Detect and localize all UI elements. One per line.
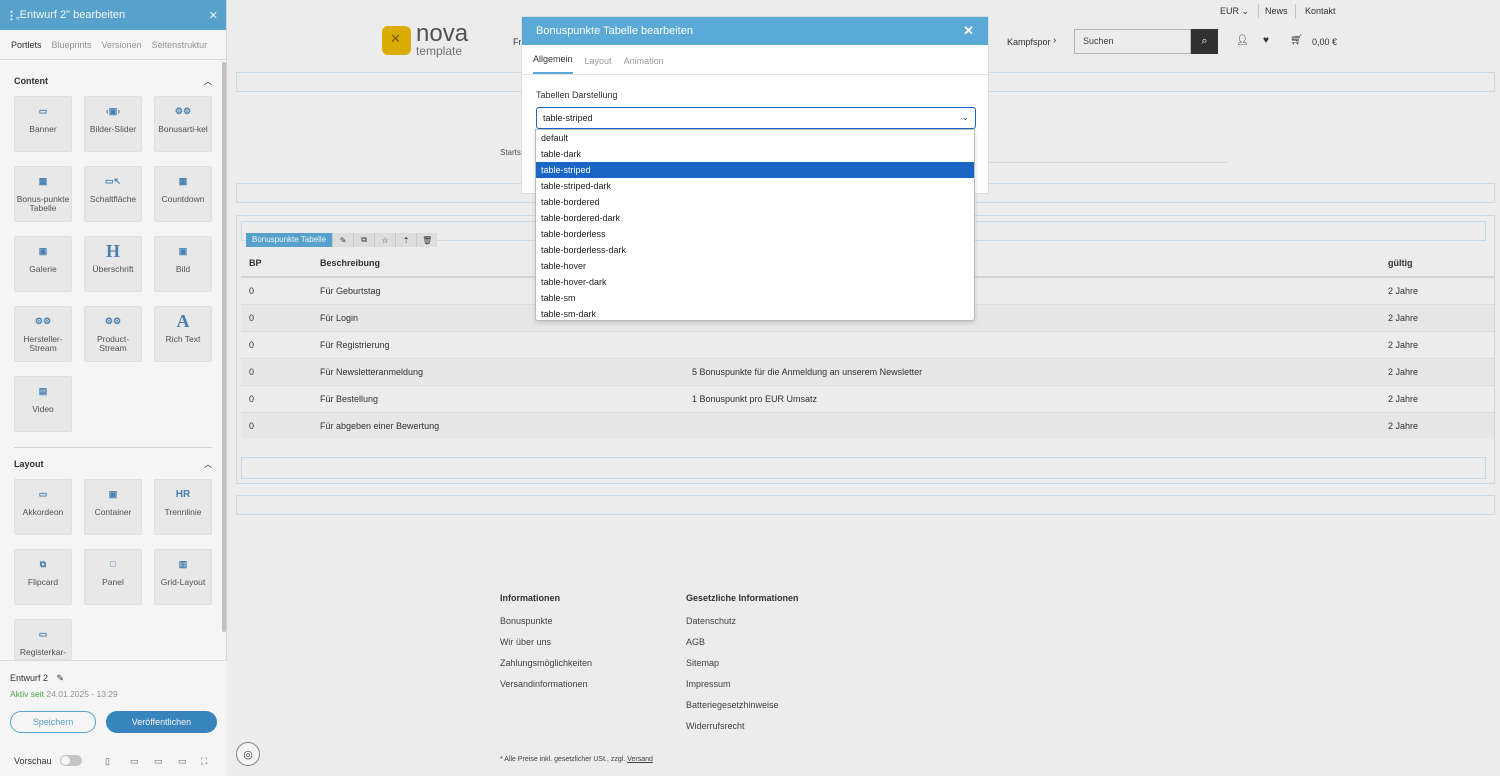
option-table-sm[interactable]: table-sm xyxy=(536,290,974,306)
option-table-sm-dark[interactable]: table-sm-dark xyxy=(536,306,974,322)
option-table-hover-dark[interactable]: table-hover-dark xyxy=(536,274,974,290)
option-table-striped[interactable]: table-striped xyxy=(536,162,974,178)
chevron-down-icon: ⌄ xyxy=(961,112,969,122)
option-table-bordered[interactable]: table-bordered xyxy=(536,194,974,210)
table-style-select[interactable]: table-striped ⌄ xyxy=(536,107,976,129)
option-table-borderless-dark[interactable]: table-borderless-dark xyxy=(536,242,974,258)
option-table-hover[interactable]: table-hover xyxy=(536,258,974,274)
option-default[interactable]: default xyxy=(536,130,974,146)
option-table-bordered-dark[interactable]: table-bordered-dark xyxy=(536,210,974,226)
close-icon[interactable]: ✕ xyxy=(963,23,974,39)
table-style-label: Tabellen Darstellung xyxy=(536,90,618,100)
modal-header: Bonuspunkte Tabelle bearbeiten ✕ xyxy=(522,17,988,45)
tab-layout[interactable]: Layout xyxy=(585,56,612,74)
modal-title: Bonuspunkte Tabelle bearbeiten xyxy=(536,25,693,37)
tab-animation[interactable]: Animation xyxy=(624,56,664,74)
tab-general[interactable]: Allgemein xyxy=(533,54,573,74)
option-table-borderless[interactable]: table-borderless xyxy=(536,226,974,242)
option-table-dark[interactable]: table-dark xyxy=(536,146,974,162)
table-style-dropdown: default table-dark table-striped table-s… xyxy=(535,129,975,321)
option-table-striped-dark[interactable]: table-striped-dark xyxy=(536,178,974,194)
selected-value: table-striped xyxy=(543,113,593,123)
modal-tabs: Allgemein Layout Animation xyxy=(522,45,988,75)
